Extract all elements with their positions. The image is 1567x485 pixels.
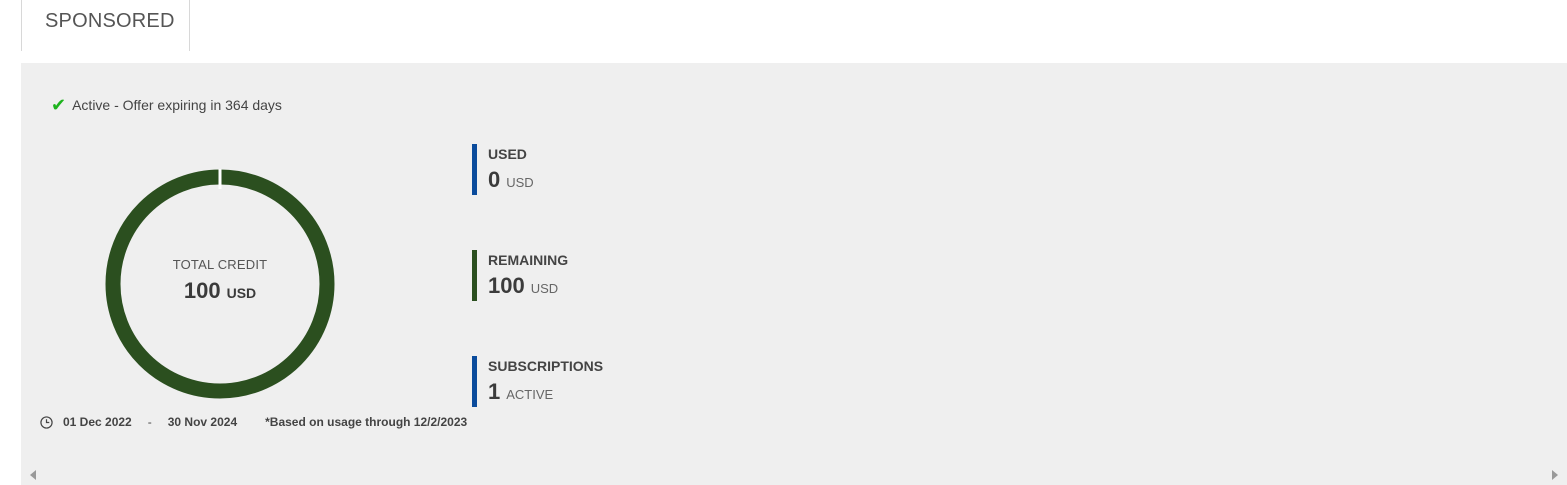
donut-center: TOTAL CREDIT 100 USD (105, 169, 335, 399)
usage-note: *Based on usage through 12/2/2023 (265, 414, 468, 429)
date-separator: - (147, 414, 152, 429)
stat-used-amount: 0 (488, 167, 501, 192)
total-credit-donut: TOTAL CREDIT 100 USD (105, 169, 335, 399)
stat-remaining: REMAINING 100 USD (472, 250, 568, 301)
scroll-right-icon[interactable] (1552, 470, 1558, 480)
stat-subscriptions-count: 1 (488, 379, 501, 404)
stat-subscriptions-label: SUBSCRIPTIONS (488, 358, 604, 374)
tab-sponsored[interactable]: SPONSORED (21, 0, 190, 51)
total-credit-amount: 100 (183, 277, 221, 303)
donut-value: 100 USD (184, 278, 256, 304)
stat-remaining-value: 100 USD (488, 273, 568, 299)
stat-subscriptions-value: 1 ACTIVE (488, 379, 603, 405)
start-date: 01 Dec 2022 (63, 414, 132, 429)
status-text: Active - Offer expiring in 364 days (72, 97, 282, 113)
stat-used-value: 0 USD (488, 167, 534, 193)
stat-remaining-label: REMAINING (488, 252, 569, 268)
stat-remaining-amount: 100 (488, 273, 525, 298)
stat-remaining-unit: USD (530, 281, 559, 296)
stat-remaining-bar (472, 250, 477, 301)
check-icon: ✔ (51, 95, 67, 115)
stat-used: USED 0 USD (472, 144, 534, 195)
scroll-left-icon[interactable] (30, 470, 36, 480)
stat-used-label: USED (488, 146, 527, 162)
stat-subscriptions-bar (472, 356, 477, 407)
clock-icon (40, 416, 53, 429)
donut-title: TOTAL CREDIT (172, 256, 268, 272)
end-date: 30 Nov 2024 (167, 414, 238, 429)
stat-subscriptions[interactable]: SUBSCRIPTIONS 1 ACTIVE (472, 356, 603, 407)
stat-used-bar (472, 144, 477, 195)
total-credit-unit: USD (226, 284, 257, 301)
stat-subscriptions-unit: ACTIVE (506, 387, 554, 402)
stat-used-unit: USD (506, 175, 534, 190)
status-line: ✔ Active - Offer expiring in 364 days (51, 96, 282, 114)
tab-label: SPONSORED (45, 10, 175, 32)
credit-panel: ✔ Active - Offer expiring in 364 days TO… (21, 63, 1567, 485)
date-range-footer: 01 Dec 2022 - 30 Nov 2024 *Based on usag… (40, 414, 467, 429)
